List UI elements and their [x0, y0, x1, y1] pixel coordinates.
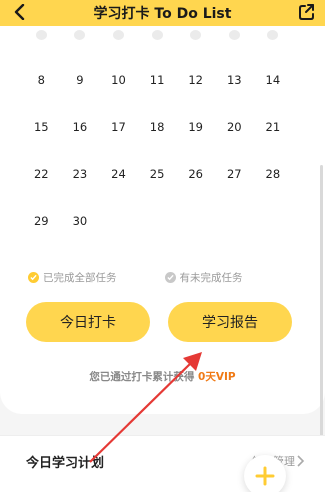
- chevron-right-icon: [297, 455, 305, 467]
- share-icon[interactable]: [297, 2, 317, 22]
- calendar-week-row: 8 9 10 11 12 13 14: [22, 40, 312, 87]
- vip-note: 您已通过打卡累计获得 0天VIP: [0, 369, 325, 384]
- calendar-day[interactable]: 19: [176, 87, 215, 134]
- calendar-day[interactable]: [254, 26, 293, 40]
- calendar-day-number: 20: [226, 120, 242, 134]
- today-plan-title: 今日学习计划: [26, 456, 105, 471]
- calendar-day-number: 14: [265, 73, 281, 87]
- calendar-day[interactable]: 13: [215, 40, 254, 87]
- calendar-day-number: 12: [188, 73, 203, 87]
- day-status-dot: [112, 30, 124, 40]
- calendar-day[interactable]: 29: [22, 181, 61, 228]
- day-status-dot: [35, 30, 47, 40]
- calendar-day-number: 26: [188, 167, 203, 181]
- calendar-day[interactable]: 20: [215, 87, 254, 134]
- legend-completed: 已完成全部任务: [28, 270, 117, 285]
- calendar-day-number: 22: [33, 167, 49, 181]
- calendar-day-number: 28: [265, 167, 281, 181]
- check-circle-icon: [164, 272, 176, 283]
- study-report-button[interactable]: 学习报告: [168, 302, 292, 342]
- check-circle-icon: [28, 272, 39, 283]
- add-task-button[interactable]: [244, 455, 286, 492]
- legend-completed-label: 已完成全部任务: [43, 272, 117, 284]
- calendar-day-number: 13: [226, 73, 242, 87]
- calendar-day[interactable]: 21: [254, 87, 293, 134]
- calendar-day[interactable]: 18: [138, 87, 177, 134]
- day-status-dot: [74, 30, 86, 40]
- calendar-day[interactable]: [61, 26, 100, 40]
- calendar-day-number: 19: [188, 120, 203, 134]
- calendar-day[interactable]: 28: [254, 134, 293, 181]
- calendar-day-number: 9: [76, 73, 84, 87]
- calendar-day[interactable]: 11: [138, 40, 177, 87]
- calendar-week-row: 22 23 24 25 26 27 28: [22, 134, 312, 181]
- calendar-week-row: 15 16 17 18 19 20 21: [22, 87, 312, 134]
- calendar-day[interactable]: 27: [215, 134, 254, 181]
- calendar-day[interactable]: 22: [22, 134, 61, 181]
- calendar-day-number: 16: [72, 120, 88, 134]
- calendar-day[interactable]: 17: [99, 87, 138, 134]
- legend-incomplete-label: 有未完成任务: [179, 272, 243, 284]
- calendar-day[interactable]: 12: [176, 40, 215, 87]
- calendar-day-number: 10: [111, 73, 126, 87]
- day-status-dot: [151, 30, 163, 40]
- calendar-day-number: 17: [111, 120, 126, 134]
- calendar-day-number: 18: [149, 120, 165, 134]
- calendar-day-number: 11: [149, 73, 165, 87]
- day-status-dot: [267, 30, 279, 40]
- calendar-day-number: 27: [226, 167, 242, 181]
- calendar-day[interactable]: [138, 26, 177, 40]
- calendar-card: 8 9 10 11 12 13 14 15 16 17 18 19 20 21 22 23 24 25 26 27 28…: [0, 26, 325, 414]
- calendar-day-number: 8: [37, 73, 45, 87]
- calendar-day[interactable]: 14: [254, 40, 293, 87]
- calendar-day[interactable]: 23: [61, 134, 100, 181]
- calendar-day[interactable]: [215, 26, 254, 40]
- calendar-day[interactable]: 9: [61, 40, 100, 87]
- plus-icon: [255, 466, 275, 486]
- vip-days-value: 0天VIP: [198, 371, 236, 383]
- calendar-day[interactable]: 25: [138, 134, 177, 181]
- calendar-day[interactable]: 24: [99, 134, 138, 181]
- calendar-day-number: 24: [111, 167, 126, 181]
- checkin-button[interactable]: 今日打卡: [26, 302, 150, 342]
- calendar-day[interactable]: 10: [99, 40, 138, 87]
- calendar-week-row: [22, 26, 312, 40]
- calendar-day-number: 21: [265, 120, 281, 134]
- calendar-day[interactable]: 30: [61, 181, 100, 228]
- calendar-day[interactable]: [176, 26, 215, 40]
- calendar-day-number: 23: [72, 167, 88, 181]
- vip-note-text: 您已通过打卡累计获得: [89, 371, 195, 383]
- calendar-day[interactable]: 15: [22, 87, 61, 134]
- legend-incomplete: 有未完成任务: [164, 270, 243, 285]
- day-status-dot: [228, 30, 240, 40]
- scrollbar[interactable]: [320, 165, 323, 465]
- calendar-week-row: 29 30: [22, 181, 312, 228]
- calendar-day[interactable]: 16: [61, 87, 100, 134]
- calendar-day[interactable]: 8: [22, 40, 61, 87]
- calendar-day[interactable]: [99, 26, 138, 40]
- top-bar: 学习打卡 To Do List: [0, 0, 325, 26]
- calendar-legend: 已完成全部任务 有未完成任务: [28, 270, 263, 285]
- calendar-day[interactable]: [22, 26, 61, 40]
- page-title: 学习打卡 To Do List: [93, 6, 232, 22]
- day-status-dot: [190, 30, 202, 40]
- calendar-day-number: 30: [72, 214, 88, 228]
- calendar-day-number: 15: [33, 120, 49, 134]
- divider: [0, 435, 325, 436]
- calendar-grid: 8 9 10 11 12 13 14 15 16 17 18 19 20 21 22 23 24 25 26 27 28…: [22, 26, 312, 228]
- calendar-day-number: 29: [33, 214, 49, 228]
- calendar-day[interactable]: 26: [176, 134, 215, 181]
- calendar-day-number: 25: [149, 167, 165, 181]
